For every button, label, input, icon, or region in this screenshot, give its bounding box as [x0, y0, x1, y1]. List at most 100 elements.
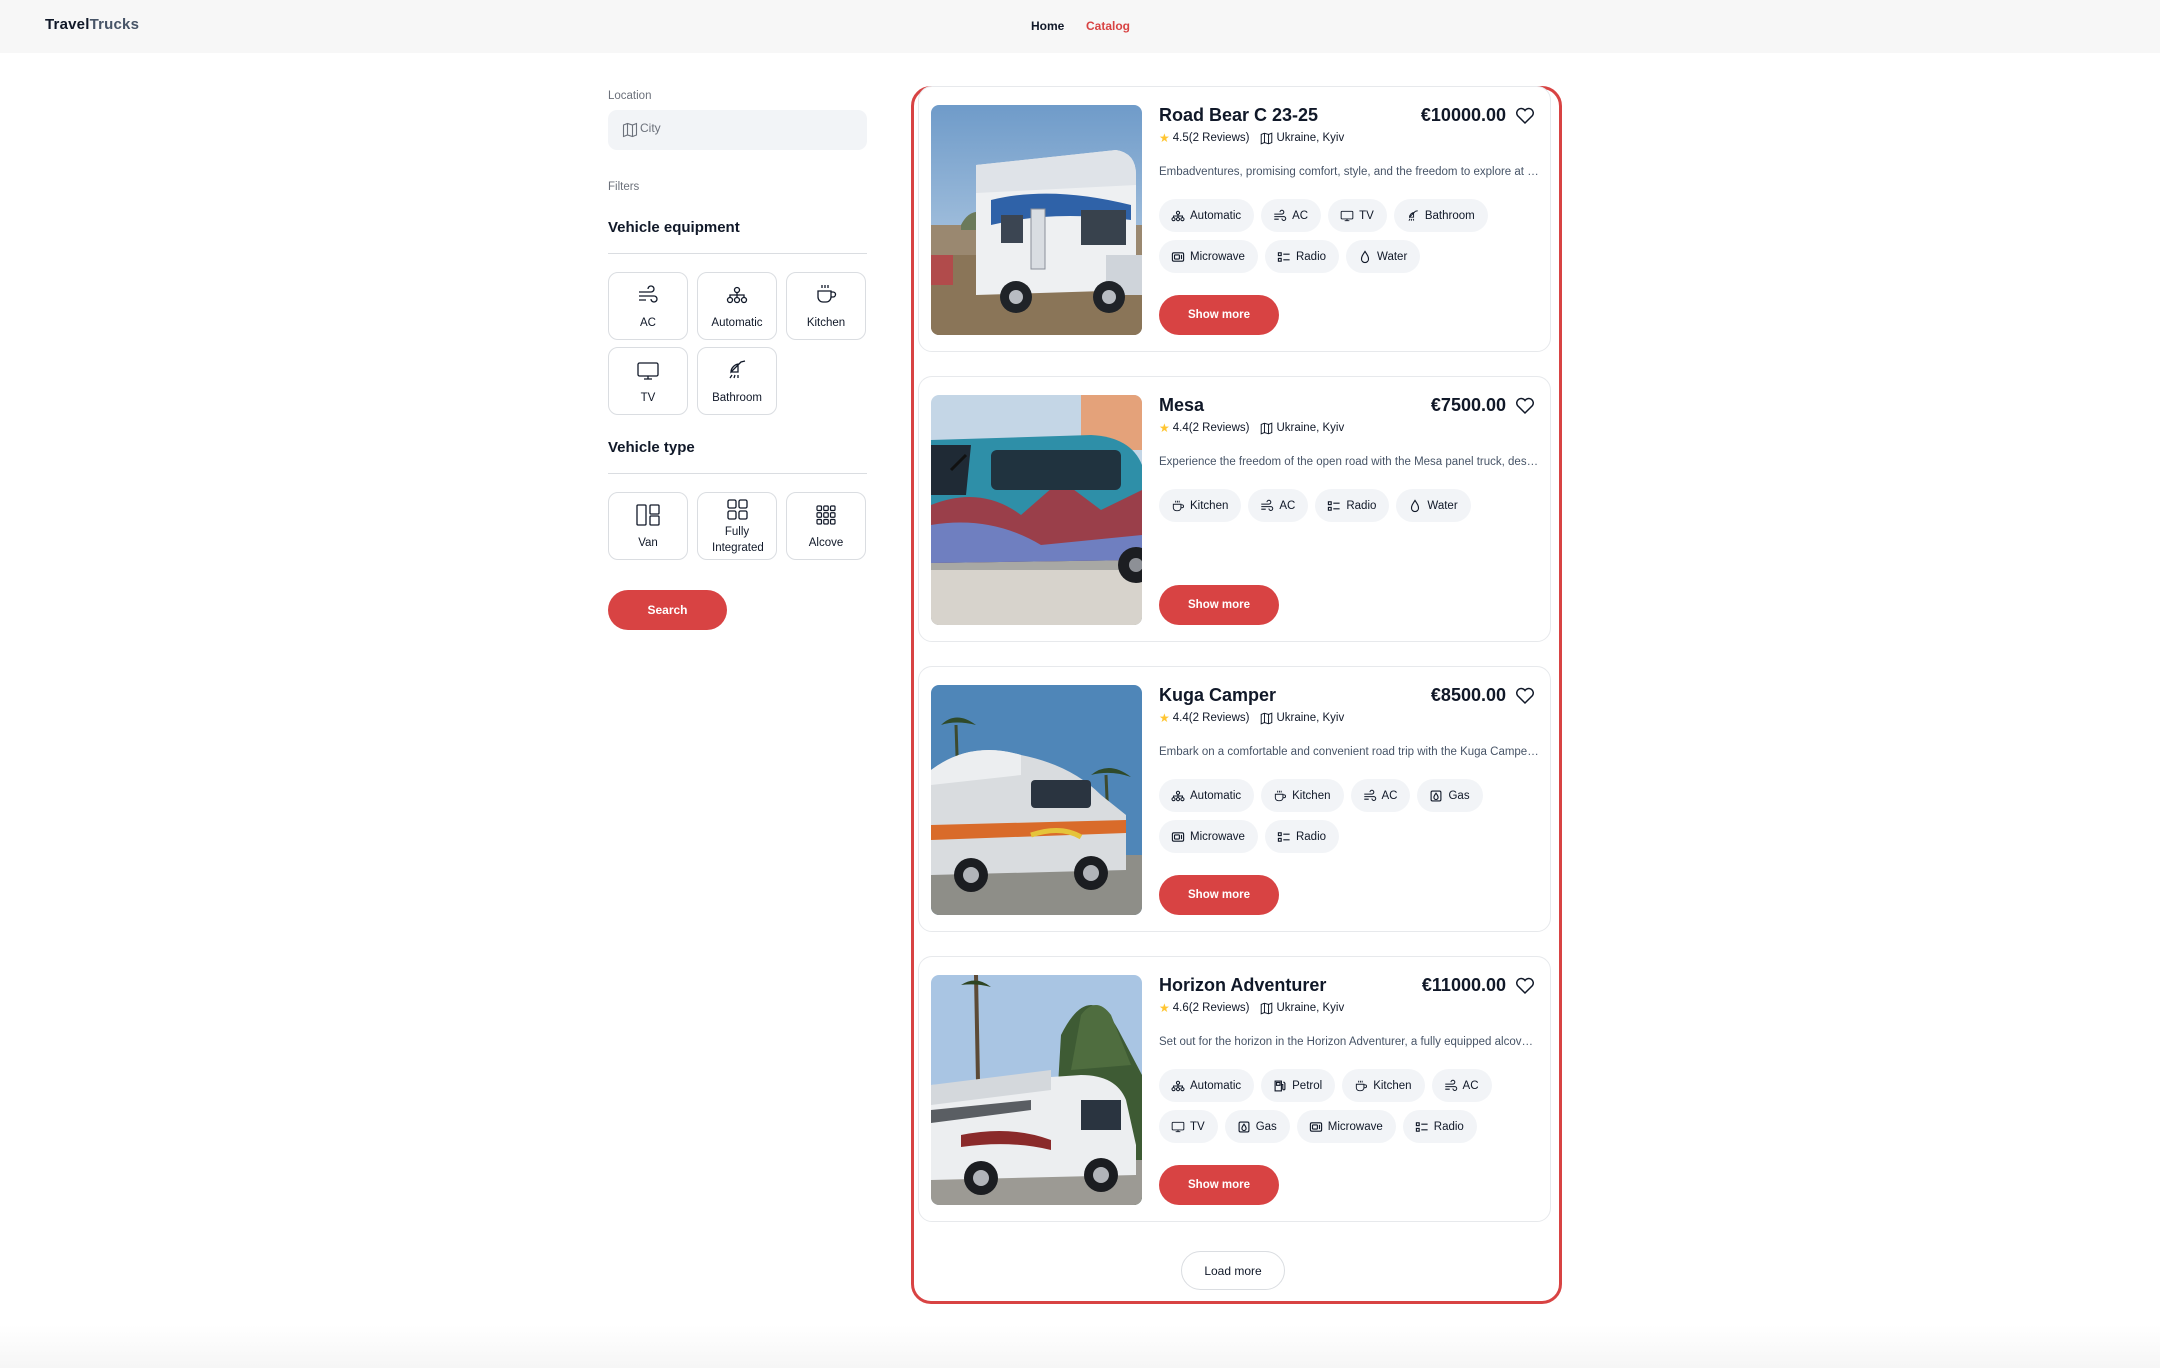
map-icon — [1261, 1002, 1273, 1014]
cup-icon — [1356, 1080, 1368, 1091]
location-field[interactable] — [608, 110, 867, 150]
camper-name: Mesa — [1159, 395, 1205, 415]
camper-meta: ★ 4.4(2 Reviews) Ukraine, Kyiv — [1159, 421, 1344, 435]
shower-icon — [1408, 209, 1418, 221]
microwave-icon — [1309, 1121, 1322, 1132]
camper-photo[interactable] — [931, 105, 1142, 335]
filters-label: Filters — [608, 181, 640, 193]
feature-chip: Automatic — [1159, 1069, 1255, 1102]
feature-chip: TV — [1328, 199, 1387, 232]
heart-icon[interactable] — [1515, 977, 1535, 995]
camper-name: Road Bear C 23-25 — [1159, 105, 1319, 125]
camper-price: €10000.00 — [1420, 105, 1506, 125]
radio-icon — [1328, 500, 1340, 511]
grid-2-icon — [636, 504, 660, 526]
filter-ac[interactable]: AC — [608, 272, 688, 340]
heart-icon[interactable] — [1515, 687, 1535, 705]
wind-icon — [1444, 1079, 1457, 1091]
map-icon — [1261, 712, 1273, 724]
type-alcove[interactable]: Alcove — [786, 492, 866, 560]
feature-chip: Petrol — [1261, 1069, 1336, 1102]
divider — [608, 473, 867, 474]
feature-chip: Kitchen — [1159, 489, 1242, 522]
feature-chip: AC — [1350, 779, 1411, 812]
heart-icon[interactable] — [1515, 397, 1535, 415]
filter-bathroom[interactable]: Bathroom — [697, 347, 777, 415]
feature-chip: Bathroom — [1393, 199, 1488, 232]
camper-rating[interactable]: 4.6(2 Reviews) — [1173, 1002, 1250, 1014]
type-alcove-label: Alcove — [808, 537, 844, 549]
feature-chip: AC — [1248, 489, 1309, 522]
star-icon: ★ — [1159, 131, 1170, 145]
heart-icon[interactable] — [1515, 107, 1535, 125]
show-more-button[interactable]: Show more — [1159, 585, 1279, 625]
grid-4-icon — [727, 499, 748, 520]
feature-chip: Kitchen — [1261, 779, 1344, 812]
type-fully-integrated[interactable]: Fully Integrated — [697, 492, 777, 560]
load-more-button[interactable]: Load more — [1181, 1251, 1285, 1290]
feature-chip: Radio — [1402, 1110, 1477, 1143]
map-icon — [1261, 132, 1273, 144]
grid-9-icon — [816, 505, 836, 525]
wind-icon — [1274, 209, 1287, 221]
camper-rating[interactable]: 4.4(2 Reviews) — [1173, 712, 1250, 724]
camper-name: Horizon Adventurer — [1159, 975, 1327, 995]
camper-meta: ★ 4.6(2 Reviews) Ukraine, Kyiv — [1159, 1001, 1344, 1015]
feature-chip: Microwave — [1159, 820, 1258, 853]
camper-description: Experience the freedom of the open road … — [1159, 456, 1539, 468]
nav-catalog-link[interactable]: Catalog — [1086, 19, 1130, 33]
nav-home-link[interactable]: Home — [1031, 19, 1064, 33]
camper-price: €7500.00 — [1430, 395, 1506, 415]
search-button[interactable]: Search — [608, 590, 727, 630]
vehicle-type-title: Vehicle type — [608, 439, 695, 456]
diagram-icon — [1171, 1080, 1185, 1091]
radio-icon — [1277, 831, 1290, 842]
divider — [608, 253, 867, 254]
feature-chip: Water — [1346, 240, 1421, 273]
camper-card: Road Bear C 23-25 €10000.00 ★ 4.5(2 Revi… — [918, 86, 1551, 352]
diagram-icon — [726, 286, 748, 304]
feature-chips: Automatic Petrol Kitchen AC TV Gas Micro… — [1159, 1069, 1539, 1143]
type-van-label: Van — [638, 537, 658, 549]
feature-chips: Kitchen AC Radio Water — [1159, 489, 1539, 522]
show-more-button[interactable]: Show more — [1159, 1165, 1279, 1205]
feature-chip: Gas — [1417, 779, 1483, 812]
show-more-button[interactable]: Show more — [1159, 295, 1279, 335]
microwave-icon — [1171, 831, 1185, 842]
camper-photo[interactable] — [931, 395, 1142, 625]
map-icon — [1261, 422, 1273, 434]
camper-photo[interactable] — [931, 685, 1142, 915]
radio-icon — [1415, 1121, 1428, 1132]
camper-card: Kuga Camper €8500.00 ★ 4.4(2 Reviews) Uk… — [918, 666, 1551, 932]
filter-kitchen[interactable]: Kitchen — [786, 272, 866, 340]
type-fully-integrated-label: Fully Integrated — [712, 526, 764, 555]
show-more-button[interactable]: Show more — [1159, 875, 1279, 915]
filter-automatic[interactable]: Automatic — [697, 272, 777, 340]
cup-icon — [1275, 790, 1287, 801]
filter-automatic-label: Automatic — [711, 317, 763, 329]
radio-icon — [1277, 251, 1290, 262]
filter-tv[interactable]: TV — [608, 347, 688, 415]
camper-name: Kuga Camper — [1159, 685, 1277, 705]
camper-photo[interactable] — [931, 975, 1142, 1205]
feature-chip: Radio — [1315, 489, 1390, 522]
camper-description: Embark on a comfortable and convenient r… — [1159, 746, 1539, 758]
camper-price: €8500.00 — [1430, 685, 1506, 705]
camper-rating[interactable]: 4.5(2 Reviews) — [1173, 132, 1250, 144]
logo[interactable]: TravelTrucks — [45, 16, 139, 33]
map-icon — [622, 122, 638, 138]
camper-photo-campervan-icon — [931, 685, 1142, 915]
location-input[interactable] — [640, 121, 840, 135]
type-van[interactable]: Van — [608, 492, 688, 560]
microwave-icon — [1171, 251, 1185, 262]
star-icon: ★ — [1159, 421, 1170, 435]
feature-chip: Radio — [1264, 820, 1340, 853]
site-header: TravelTrucks Home Catalog — [0, 0, 2160, 53]
camper-description: Embadventures, promising comfort, style,… — [1159, 166, 1539, 178]
camper-meta: ★ 4.5(2 Reviews) Ukraine, Kyiv — [1159, 131, 1344, 145]
camper-description: Set out for the horizon in the Horizon A… — [1159, 1036, 1539, 1048]
camper-rating[interactable]: 4.4(2 Reviews) — [1173, 422, 1250, 434]
camper-photo-rv-icon — [931, 105, 1142, 335]
tv-icon — [637, 362, 659, 380]
feature-chip: AC — [1431, 1069, 1492, 1102]
